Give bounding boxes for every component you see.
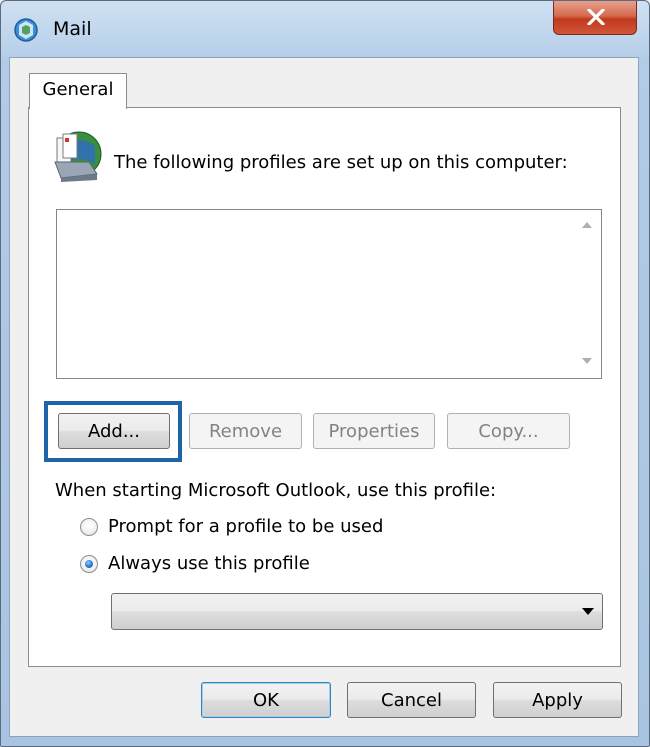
mail-dialog-window: Mail General The following profiles are … [0,0,650,747]
profile-list[interactable] [56,209,602,379]
dropdown-arrow-icon [582,608,594,615]
apply-button[interactable]: Apply [493,682,622,718]
scroll-down-button[interactable] [573,348,601,376]
properties-button[interactable]: Properties [313,413,435,449]
profile-list-scrollbar[interactable] [573,210,601,378]
add-button[interactable]: Add... [58,413,170,449]
title-bar[interactable]: Mail [1,1,649,57]
prompt-profile-radio[interactable] [80,518,98,536]
scroll-up-button[interactable] [573,212,601,240]
profile-select[interactable] [111,593,603,630]
startup-profile-label: When starting Microsoft Outlook, use thi… [55,480,497,501]
mail-profiles-icon [54,131,102,182]
close-icon [587,9,605,25]
cancel-button[interactable]: Cancel [347,682,476,718]
always-use-profile-label[interactable]: Always use this profile [108,553,310,574]
copy-button[interactable]: Copy... [447,413,570,449]
ok-button[interactable]: OK [201,682,331,718]
chevron-up-icon [582,222,592,228]
chevron-down-icon [582,358,592,364]
dialog-client-area: General The following profiles are set u… [9,57,639,737]
general-tab-panel: The following profiles are set up on thi… [28,107,621,667]
remove-button[interactable]: Remove [189,413,302,449]
always-use-profile-radio[interactable] [80,555,98,573]
close-button[interactable] [553,1,637,35]
prompt-profile-label[interactable]: Prompt for a profile to be used [108,516,383,537]
profiles-intro-text: The following profiles are set up on thi… [114,152,568,173]
tab-general[interactable]: General [29,73,127,109]
mail-app-icon [14,18,38,42]
window-title: Mail [53,18,92,40]
